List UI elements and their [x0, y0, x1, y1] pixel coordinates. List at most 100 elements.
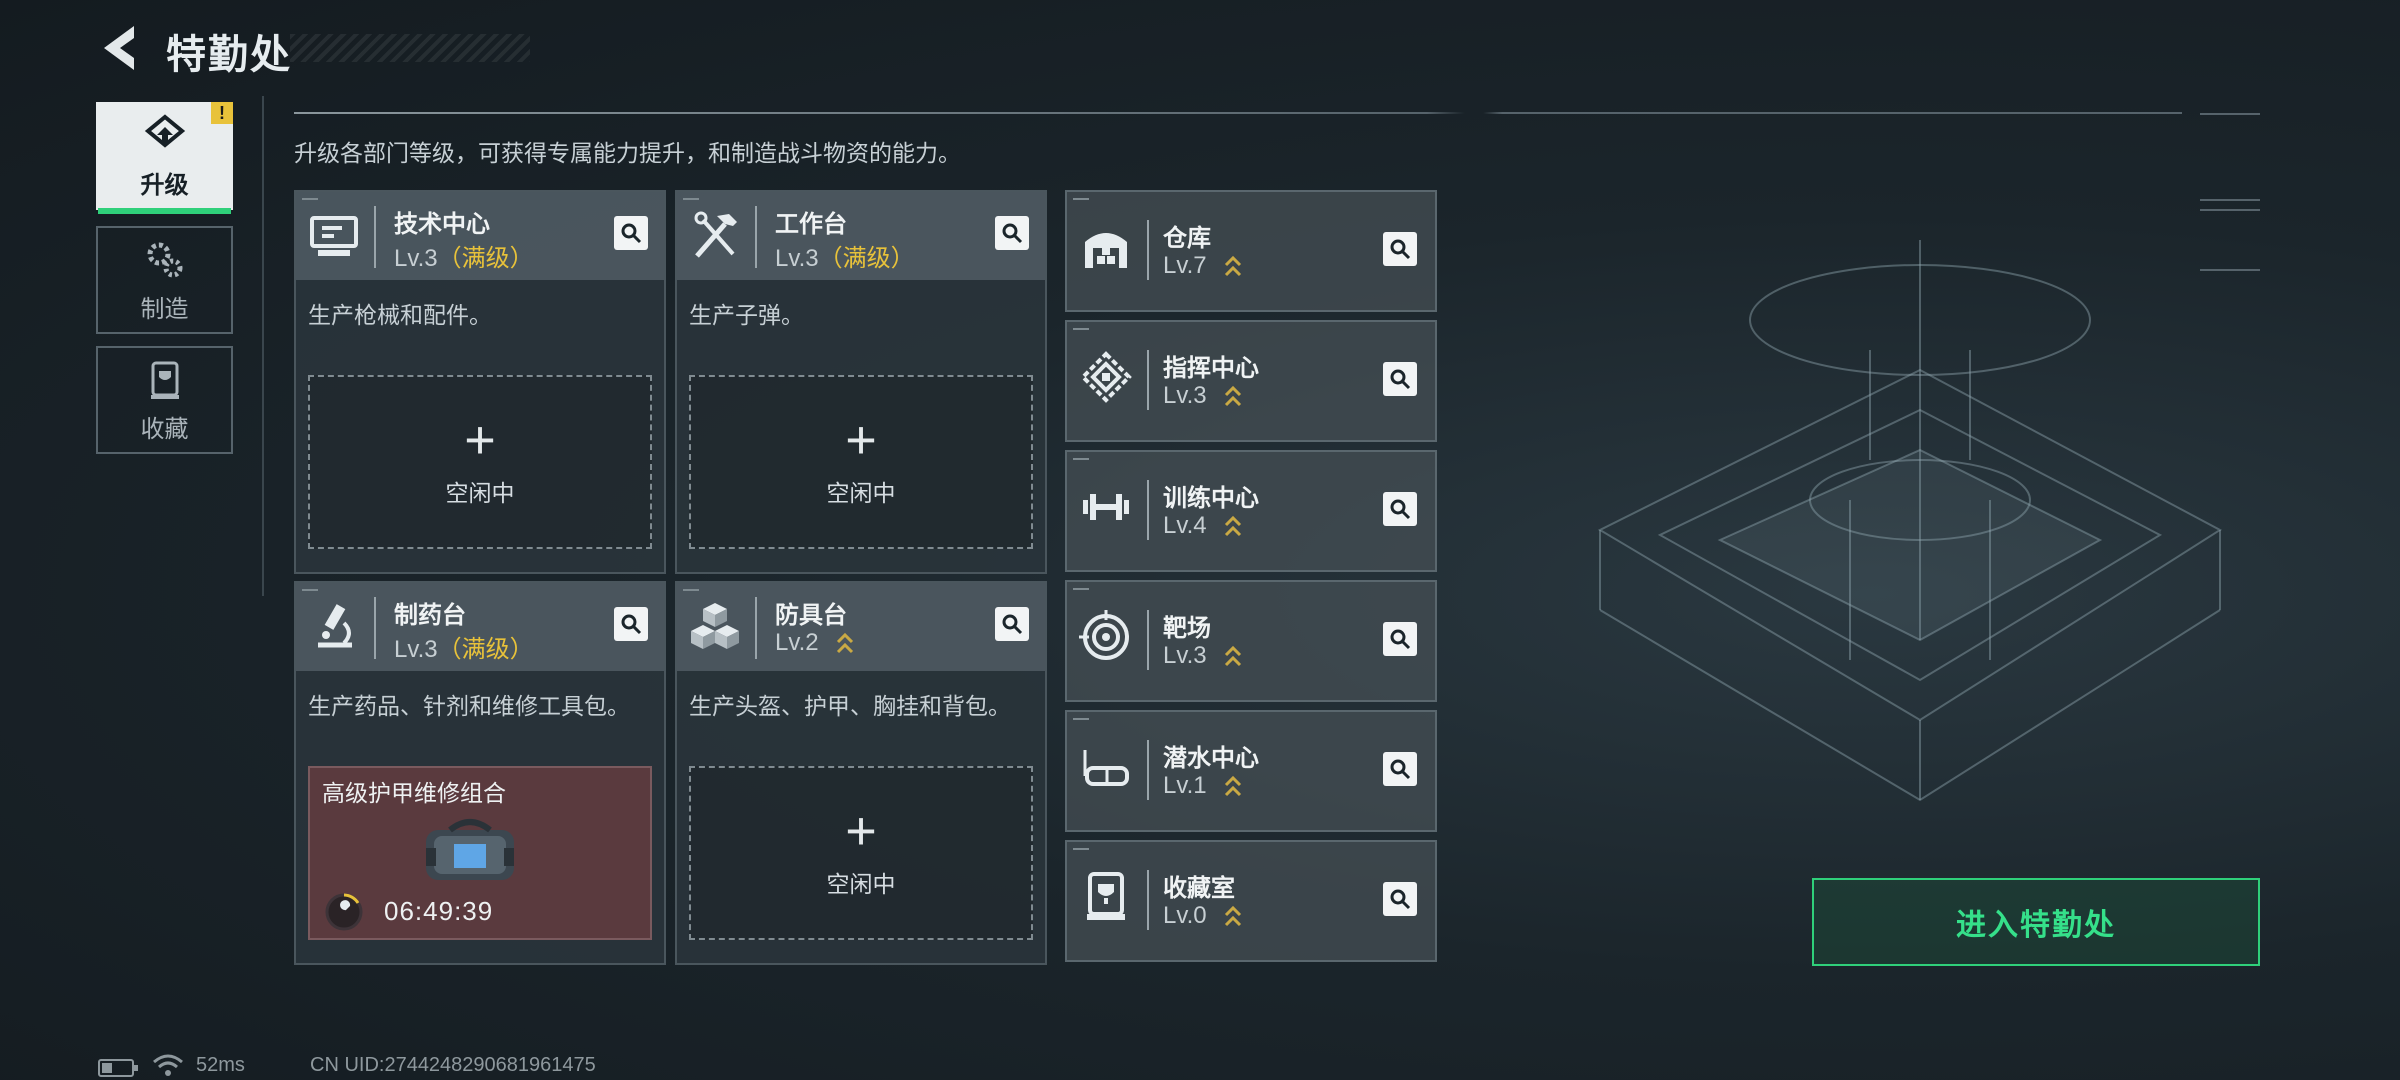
- inspect-button[interactable]: [1383, 622, 1417, 656]
- separator: [1147, 610, 1149, 670]
- add-icon: +: [845, 801, 877, 861]
- computer-icon: [310, 216, 358, 256]
- warehouse-icon: [1085, 233, 1127, 268]
- corner-mark: [1073, 328, 1089, 330]
- facility-name: 训练中心: [1163, 485, 1259, 512]
- corner-mark: [302, 589, 318, 591]
- facility-row-shooting-range[interactable]: 靶场 Lv.3: [1065, 580, 1437, 702]
- inspect-button[interactable]: [995, 607, 1029, 641]
- corner-mark: [683, 198, 699, 200]
- level-value: Lv.4: [1163, 512, 1207, 539]
- facility-level: Lv.1: [1163, 772, 1243, 801]
- alert-badge: !: [211, 102, 233, 124]
- upgrade-icon: [144, 113, 185, 148]
- crafting-item-name: 高级护甲维修组合: [322, 780, 506, 806]
- inspect-button[interactable]: [1383, 882, 1417, 916]
- facility-description: 生产枪械和配件。: [308, 302, 492, 328]
- facility-row-training-center[interactable]: 训练中心 Lv.4: [1065, 450, 1437, 572]
- production-slot-empty[interactable]: + 空闲中: [689, 375, 1033, 549]
- tab-craft[interactable]: 制造: [96, 226, 233, 334]
- inspect-button[interactable]: [1383, 362, 1417, 396]
- wifi-icon: [153, 1054, 183, 1076]
- corner-mark: [1073, 588, 1089, 590]
- level-value: Lv.3: [1163, 642, 1207, 669]
- production-slot-empty[interactable]: + 空闲中: [308, 375, 652, 549]
- corner-mark: [1073, 848, 1089, 850]
- active-indicator: [98, 208, 231, 214]
- inspect-button[interactable]: [995, 216, 1029, 250]
- facility-level: Lv.3: [1163, 642, 1243, 671]
- facility-level: Lv.4: [1163, 512, 1243, 541]
- page-description: 升级各部门等级，可获得专属能力提升，和制造战斗物资的能力。: [294, 140, 961, 166]
- collection-icon: [150, 361, 179, 399]
- tab-collection[interactable]: 收藏: [96, 346, 233, 454]
- wrench-progress-icon: [325, 893, 363, 931]
- production-slot-empty[interactable]: + 空闲中: [689, 766, 1033, 940]
- tools-icon: [694, 211, 737, 258]
- search-icon: [1390, 629, 1411, 650]
- facility-name: 潜水中心: [1163, 745, 1259, 772]
- separator: [374, 597, 376, 659]
- separator: [1147, 480, 1149, 540]
- facility-name: 靶场: [1163, 615, 1211, 642]
- search-icon: [1390, 369, 1411, 390]
- add-icon: +: [464, 410, 496, 470]
- facility-description: 生产头盔、护甲、胸挂和背包。: [689, 693, 1011, 719]
- upgrade-available-icon: [1225, 775, 1242, 796]
- production-slot-active[interactable]: 高级护甲维修组合 06:49:39: [308, 766, 652, 940]
- level-value: Lv.3: [394, 636, 438, 663]
- battery-icon: [98, 1059, 138, 1077]
- facility-name: 仓库: [1163, 225, 1211, 252]
- enter-base-button[interactable]: 进入特勤处: [1812, 878, 2260, 966]
- separator: [1147, 740, 1149, 800]
- inspect-button[interactable]: [1383, 492, 1417, 526]
- cubes-icon: [691, 603, 739, 649]
- facility-row-collection-room[interactable]: 收藏室 Lv.0: [1065, 840, 1437, 962]
- upgrade-available-icon: [1225, 515, 1242, 536]
- search-icon: [1002, 614, 1023, 635]
- search-icon: [1390, 499, 1411, 520]
- max-level-badge: （满级）: [818, 245, 915, 272]
- ping-readout: 52ms: [196, 1054, 245, 1076]
- facility-row-diving-center[interactable]: 潜水中心 Lv.1: [1065, 710, 1437, 832]
- target-icon: [1079, 610, 1129, 660]
- inspect-button[interactable]: [614, 216, 648, 250]
- facility-name: 指挥中心: [1163, 355, 1259, 382]
- microscope-icon: [318, 604, 352, 648]
- inspect-button[interactable]: [1383, 752, 1417, 786]
- corner-mark: [683, 589, 699, 591]
- tab-upgrade[interactable]: 升级 !: [96, 102, 233, 214]
- facility-name: 制药台: [394, 602, 466, 629]
- separator: [1147, 220, 1149, 280]
- level-value: Lv.0: [1163, 902, 1207, 929]
- level-value: Lv.2: [775, 629, 819, 656]
- separator: [755, 206, 757, 268]
- level-value: Lv.7: [1163, 252, 1207, 279]
- search-icon: [1390, 239, 1411, 260]
- back-button[interactable]: [98, 22, 142, 74]
- upgrade-available-icon: [1225, 385, 1242, 406]
- search-icon: [1002, 223, 1023, 244]
- slot-status: 空闲中: [826, 480, 896, 506]
- facility-row-command-center[interactable]: 指挥中心 Lv.3: [1065, 320, 1437, 442]
- search-icon: [621, 614, 642, 635]
- facility-description: 生产药品、针剂和维修工具包。: [308, 693, 630, 719]
- inspect-button[interactable]: [1383, 232, 1417, 266]
- page-title: 特勤处: [166, 33, 292, 77]
- tab-craft-label: 制造: [140, 295, 189, 323]
- upgrade-available-icon: [837, 632, 854, 653]
- tab-collection-label: 收藏: [140, 415, 189, 443]
- separator: [1147, 870, 1149, 930]
- level-value: Lv.1: [1163, 772, 1207, 799]
- facility-description: 生产子弹。: [689, 302, 804, 328]
- facility-level: Lv.3（满级）: [394, 629, 534, 664]
- facility-level: Lv.3（满级）: [775, 238, 915, 273]
- facility-name: 技术中心: [394, 211, 490, 238]
- inspect-button[interactable]: [614, 607, 648, 641]
- corner-mark: [302, 198, 318, 200]
- slot-status: 空闲中: [445, 480, 515, 506]
- title-stripe: [290, 34, 530, 62]
- facility-row-warehouse[interactable]: 仓库 Lv.7: [1065, 190, 1437, 312]
- facility-level: Lv.7: [1163, 252, 1243, 281]
- level-value: Lv.3: [1163, 382, 1207, 409]
